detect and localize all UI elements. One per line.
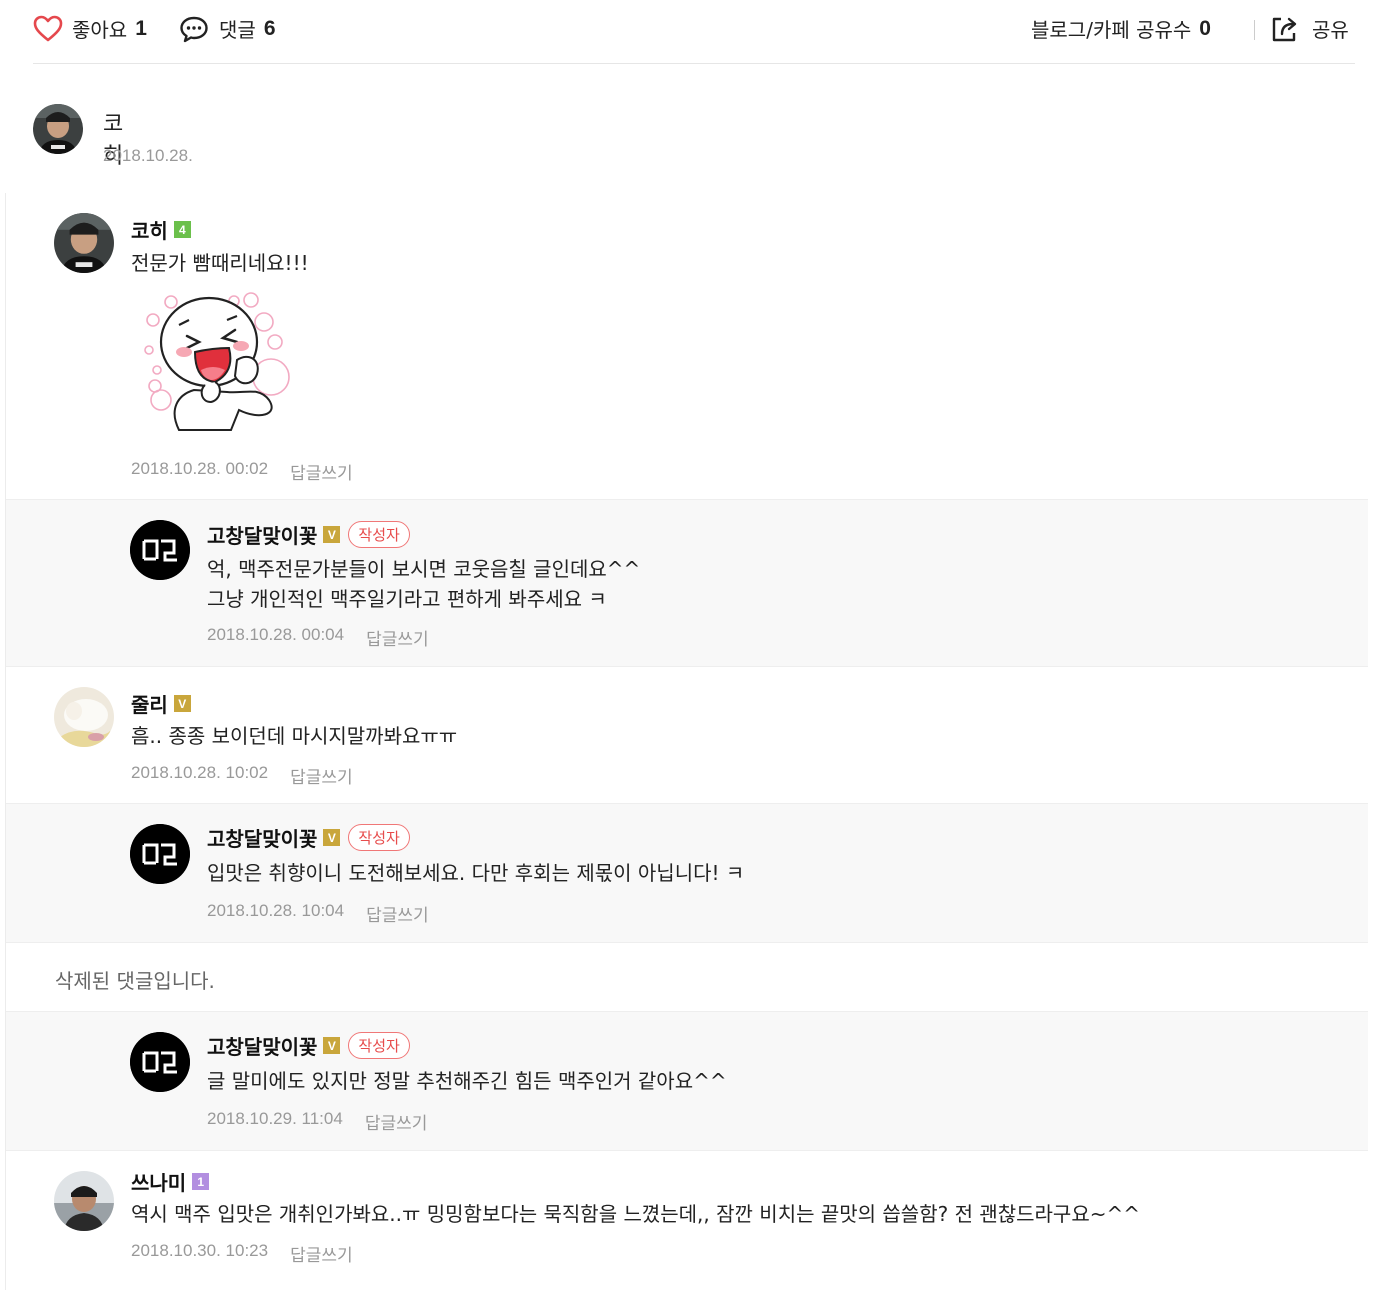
comment-meta: 2018.10.28. 10:04 답글쓰기 [207, 901, 429, 926]
writer-avatar[interactable] [130, 1032, 190, 1092]
writer-tag: 작성자 [348, 1032, 410, 1059]
comment-item: 코히 4 전문가 빰때리네요!!! 2018.10.28. 00:02 답글쓰기 [6, 193, 1368, 499]
share-count: 블로그/카페 공유수 0 [1031, 14, 1211, 43]
share-button[interactable]: 공유 [1270, 14, 1349, 43]
writer-name-text: 고창달맞이꽃 [207, 1035, 318, 1059]
commenter-avatar[interactable] [54, 1171, 114, 1231]
writer-name[interactable]: 고창달맞이꽃 V 작성자 [207, 1031, 410, 1060]
reply-link[interactable]: 답글쓰기 [366, 901, 429, 926]
post-date: 2018.10.28. [103, 146, 193, 165]
comment-count: 6 [263, 16, 276, 40]
reply-link[interactable]: 답글쓰기 [365, 1109, 428, 1134]
writer-name[interactable]: 고창달맞이꽃 V 작성자 [207, 823, 410, 852]
comment-text: 억, 맥주전문가분들이 보시면 코웃음칠 글인데요^^ 그냥 개인적인 맥주일기… [207, 557, 641, 611]
comment-date: 2018.10.29. 11:04 [207, 1109, 343, 1128]
writer-name-text: 고창달맞이꽃 [207, 827, 318, 851]
sticker-image [139, 290, 299, 435]
comment-bubble-icon [180, 16, 208, 42]
comment-item: 줄리 V 흠.. 종종 보이던데 마시지말까봐요ㅠㅠ 2018.10.28. 1… [6, 667, 1368, 803]
reply-item: 고창달맞이꽃 V 작성자 입맛은 취향이니 도전해보세요. 다만 후회는 제몫이… [6, 803, 1368, 943]
comment-meta: 2018.10.28. 00:04 답글쓰기 [207, 625, 429, 650]
like-label: 좋아요 [72, 18, 128, 42]
comment-label: 댓글 [219, 18, 256, 42]
commenter-name-text: 줄리 [131, 693, 168, 717]
reply-link[interactable]: 답글쓰기 [290, 1241, 353, 1266]
commenter-name-text: 쓰나미 [131, 1171, 187, 1195]
comment-list: 코히 4 전문가 빰때리네요!!! 2018.10.28. 00:02 답글쓰기… [5, 193, 1368, 1290]
comment-meta: 2018.10.30. 10:23 답글쓰기 [131, 1241, 353, 1266]
reply-link[interactable]: 답글쓰기 [366, 625, 429, 650]
like-count: 1 [135, 16, 147, 40]
divider [1254, 20, 1255, 40]
reply-link[interactable]: 답글쓰기 [290, 763, 353, 788]
like-button[interactable]: 좋아요 1 [33, 14, 147, 43]
comment-text: 전문가 빰때리네요!!! [131, 251, 309, 275]
comment-item: 쓰나미 1 역시 맥주 입맛은 개취인가봐요..ㅠ 밍밍함보다는 묵직함을 느꼈… [6, 1151, 1368, 1290]
verified-badge: V [323, 829, 341, 846]
share-count-value: 0 [1199, 16, 1211, 40]
comment-meta: 2018.10.28. 10:02 답글쓰기 [131, 763, 353, 788]
author-avatar[interactable] [33, 104, 83, 154]
heart-icon [33, 15, 63, 41]
share-icon [1272, 17, 1297, 41]
level-badge: 1 [192, 1173, 210, 1190]
writer-name-text: 고창달맞이꽃 [207, 524, 318, 548]
commenter-name[interactable]: 쓰나미 1 [131, 1167, 210, 1196]
verified-badge: V [173, 695, 191, 712]
reply-item: 고창달맞이꽃 V 작성자 억, 맥주전문가분들이 보시면 코웃음칠 글인데요^^… [6, 499, 1368, 667]
level-badge: 4 [173, 221, 191, 238]
comment-count-button[interactable]: 댓글 6 [179, 14, 276, 43]
comment-date: 2018.10.28. 00:02 [131, 459, 269, 478]
post-action-bar: 좋아요 1 댓글 6 블로그/카페 공유수 0 공유 [33, 0, 1355, 64]
comment-date: 2018.10.30. 10:23 [131, 1241, 269, 1260]
commenter-avatar[interactable] [54, 687, 114, 747]
verified-badge: V [323, 526, 341, 543]
commenter-avatar[interactable] [54, 213, 114, 273]
writer-avatar[interactable] [130, 824, 190, 884]
comment-date: 2018.10.28. 10:02 [131, 763, 269, 782]
comment-date: 2018.10.28. 10:04 [207, 901, 345, 920]
reply-link[interactable]: 답글쓰기 [290, 459, 353, 484]
deleted-comment: 삭제된 댓글입니다. [55, 969, 215, 993]
comment-date: 2018.10.28. 00:04 [207, 625, 345, 644]
comment-meta: 2018.10.28. 00:02 답글쓰기 [131, 459, 353, 484]
writer-tag: 작성자 [348, 521, 410, 548]
share-label: 공유 [1312, 18, 1349, 42]
writer-avatar[interactable] [130, 520, 190, 580]
comment-meta: 2018.10.29. 11:04 답글쓰기 [207, 1109, 427, 1134]
comment-text: 역시 맥주 입맛은 개취인가봐요..ㅠ 밍밍함보다는 묵직함을 느꼈는데,, 잠… [131, 1202, 1141, 1226]
commenter-name[interactable]: 코히 4 [131, 215, 191, 244]
verified-badge: V [323, 1037, 341, 1054]
writer-name[interactable]: 고창달맞이꽃 V 작성자 [207, 520, 410, 549]
commenter-name[interactable]: 줄리 V [131, 689, 191, 718]
commenter-name-text: 코히 [131, 219, 168, 243]
reply-item: 고창달맞이꽃 V 작성자 글 말미에도 있지만 정말 추천해주긴 힘든 맥주인거… [6, 1011, 1368, 1151]
writer-tag: 작성자 [348, 824, 410, 851]
comment-text: 흠.. 종종 보이던데 마시지말까봐요ㅠㅠ [131, 724, 458, 748]
comment-text: 글 말미에도 있지만 정말 추천해주긴 힘든 맥주인거 같아요^^ [207, 1069, 727, 1093]
comment-text: 입맛은 취향이니 도전해보세요. 다만 후회는 제몫이 아닙니다! ㅋ [207, 861, 745, 885]
share-count-label: 블로그/카페 공유수 [1031, 18, 1192, 42]
